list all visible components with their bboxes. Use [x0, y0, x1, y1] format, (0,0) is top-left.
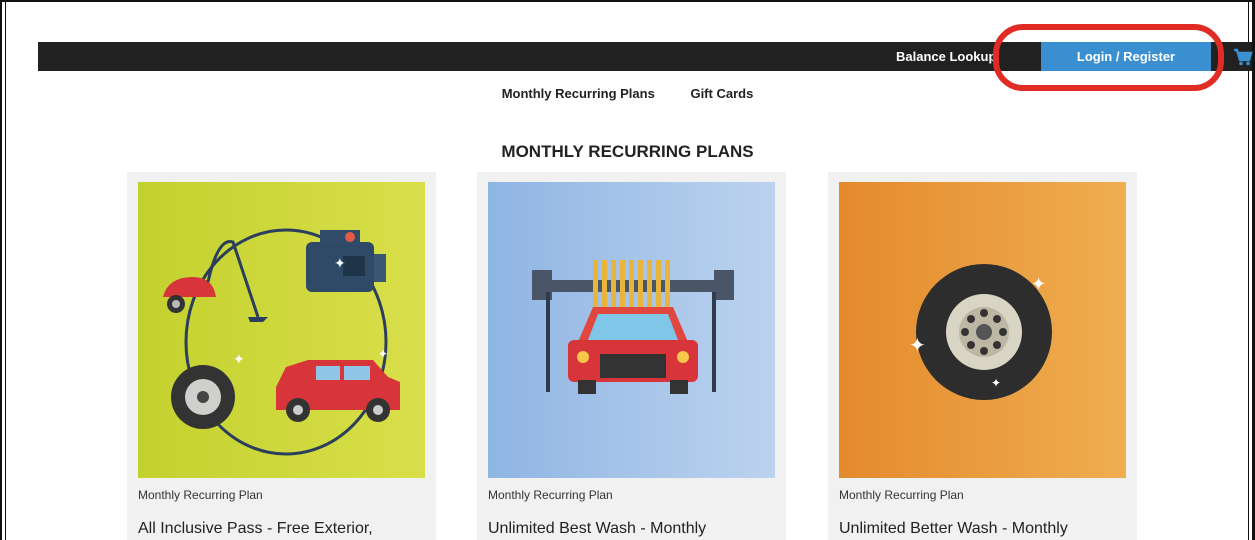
product-card[interactable]: Monthly Recurring Plan Unlimited Best Wa… [477, 172, 786, 540]
svg-text:✦: ✦ [378, 347, 388, 361]
svg-text:✦: ✦ [991, 376, 1001, 390]
svg-text:✦: ✦ [233, 351, 245, 367]
product-name[interactable]: Unlimited Best Wash - Monthly [488, 520, 706, 538]
product-card[interactable]: ✦ ✦ ✦ Monthly Recurring Plan All Inclusi… [127, 172, 436, 540]
sub-navigation: Monthly Recurring Plans Gift Cards [0, 86, 1255, 101]
nav-gift-cards[interactable]: Gift Cards [690, 86, 753, 101]
svg-text:✦: ✦ [909, 335, 926, 357]
login-register-button[interactable]: Login / Register [1041, 42, 1211, 71]
nav-monthly-recurring-plans[interactable]: Monthly Recurring Plans [502, 86, 655, 101]
product-type: Monthly Recurring Plan [138, 488, 263, 502]
car-wash-illustration[interactable] [488, 182, 775, 478]
tire-illustration[interactable]: ✦ ✦ ✦ [839, 182, 1126, 478]
balance-lookup-link[interactable]: Balance Lookup [896, 42, 996, 71]
section-title: MONTHLY RECURRING PLANS [501, 142, 754, 161]
product-name[interactable]: All Inclusive Pass - Free Exterior, [138, 520, 373, 538]
product-type: Monthly Recurring Plan [488, 488, 613, 502]
product-type: Monthly Recurring Plan [839, 488, 964, 502]
cart-icon [1234, 49, 1253, 66]
cart-button[interactable]: 0 [1233, 42, 1255, 93]
car-services-illustration[interactable]: ✦ ✦ ✦ [138, 182, 425, 478]
svg-text:✦: ✦ [334, 255, 346, 271]
product-name[interactable]: Unlimited Better Wash - Monthly [839, 520, 1068, 538]
svg-text:✦: ✦ [1031, 274, 1046, 294]
top-bar: Balance Lookup Login / Register 0 [38, 24, 1255, 93]
product-card[interactable]: ✦ ✦ ✦ Monthly Recurring Plan Unlimited B… [828, 172, 1137, 540]
